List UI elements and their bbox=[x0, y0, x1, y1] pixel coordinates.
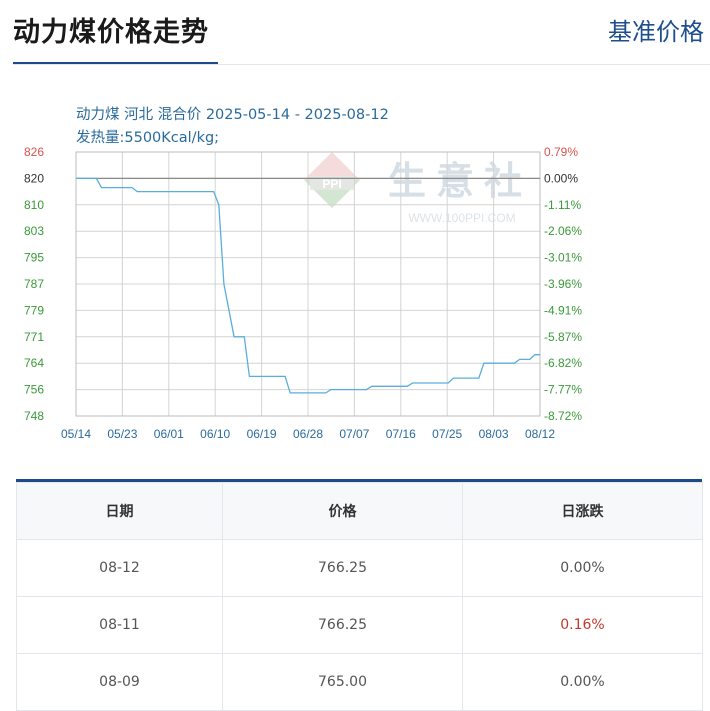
right-axis-ticks: 0.79% 0.00% -1.11% -2.06% -3.01% -3.96% -4.91%… bbox=[544, 145, 582, 423]
cell-price: 765.00 bbox=[222, 653, 463, 711]
cell-change: 0.16% bbox=[462, 596, 703, 654]
cell-price: 766.25 bbox=[222, 539, 463, 597]
header-price: 价格 bbox=[222, 482, 463, 540]
left-tick-label: 810 bbox=[24, 198, 44, 212]
right-tick-label: -1.11% bbox=[544, 198, 581, 212]
left-tick-label: 779 bbox=[24, 303, 44, 317]
price-trend-chart: PPI 生意社 WWW.100PPI.COM 826 820 810 803 795 78… bbox=[0, 90, 710, 450]
table-row: 08-09 765.00 0.00% bbox=[16, 653, 703, 711]
right-tick-label: -3.96% bbox=[544, 277, 582, 291]
right-tick-label: -7.77% bbox=[544, 383, 582, 397]
right-tick-label: -3.01% bbox=[544, 251, 582, 265]
header-change: 日涨跌 bbox=[462, 482, 703, 540]
header-divider bbox=[13, 64, 710, 65]
x-tick-label: 07/16 bbox=[386, 427, 416, 441]
page-header: 动力煤价格走势 基准价格 bbox=[0, 0, 710, 66]
left-tick-label: 756 bbox=[24, 383, 44, 397]
x-tick-label: 07/25 bbox=[432, 427, 462, 441]
chart-svg: PPI 生意社 WWW.100PPI.COM 826 820 810 803 795 78… bbox=[24, 106, 582, 441]
x-tick-label: 06/19 bbox=[247, 427, 277, 441]
left-tick-label: 764 bbox=[24, 356, 44, 370]
x-tick-label: 05/14 bbox=[61, 427, 91, 441]
x-tick-label: 08/03 bbox=[479, 427, 509, 441]
cell-price: 766.25 bbox=[222, 596, 463, 654]
left-tick-label: 803 bbox=[24, 224, 44, 238]
x-tick-label: 08/12 bbox=[525, 427, 555, 441]
cell-date: 08-11 bbox=[16, 596, 223, 654]
table-row: 08-11 766.25 0.16% bbox=[16, 596, 703, 654]
left-axis-ticks: 826 820 810 803 795 787 779 771 764 756 748 bbox=[24, 145, 44, 423]
table-row: 08-12 766.25 0.00% bbox=[16, 539, 703, 597]
left-tick-label: 795 bbox=[24, 251, 44, 265]
cell-change: 0.00% bbox=[462, 539, 703, 597]
left-tick-label: 820 bbox=[24, 171, 44, 185]
right-tick-label: -8.72% bbox=[544, 409, 582, 423]
benchmark-price-link[interactable]: 基准价格 bbox=[608, 12, 704, 47]
right-tick-label: -2.06% bbox=[544, 224, 582, 238]
watermark-url: WWW.100PPI.COM bbox=[408, 211, 515, 225]
watermark-logo-text: PPI bbox=[322, 177, 341, 191]
left-tick-label: 787 bbox=[24, 277, 44, 291]
x-axis-ticks: 05/14 05/23 06/01 06/10 06/19 06/28 07/07 07/16… bbox=[61, 427, 555, 441]
table-header-row: 日期 价格 日涨跌 bbox=[16, 482, 703, 540]
price-table: 日期 价格 日涨跌 08-12 766.25 0.00% 08-11 766.2… bbox=[16, 482, 703, 711]
x-tick-label: 06/28 bbox=[293, 427, 323, 441]
right-tick-label: 0.79% bbox=[544, 145, 578, 159]
right-tick-label: 0.00% bbox=[544, 171, 578, 185]
ppi-logo-icon: PPI bbox=[304, 152, 360, 208]
x-tick-label: 05/23 bbox=[107, 427, 137, 441]
page-title: 动力煤价格走势 bbox=[13, 17, 209, 48]
x-tick-label: 06/10 bbox=[200, 427, 230, 441]
cell-change: 0.00% bbox=[462, 653, 703, 711]
watermark-text: 生意社 bbox=[388, 159, 532, 203]
left-tick-label: 748 bbox=[24, 409, 44, 423]
price-table-container: 日期 价格 日涨跌 08-12 766.25 0.00% 08-11 766.2… bbox=[16, 479, 703, 711]
x-tick-label: 07/07 bbox=[339, 427, 369, 441]
header-date: 日期 bbox=[16, 482, 223, 540]
right-tick-label: -4.91% bbox=[544, 303, 582, 317]
cell-date: 08-12 bbox=[16, 539, 223, 597]
left-tick-label: 771 bbox=[24, 330, 44, 344]
x-tick-label: 06/01 bbox=[154, 427, 184, 441]
right-tick-label: -5.87% bbox=[544, 330, 582, 344]
right-tick-label: -6.82% bbox=[544, 356, 582, 370]
left-tick-label: 826 bbox=[24, 145, 44, 159]
cell-date: 08-09 bbox=[16, 653, 223, 711]
chart-subtitle: 发热量:5500Kcal/kg; bbox=[76, 129, 219, 146]
watermark: PPI 生意社 WWW.100PPI.COM bbox=[304, 152, 532, 225]
chart-title: 动力煤 河北 混合价 2025-05-14 - 2025-08-12 bbox=[76, 106, 389, 123]
